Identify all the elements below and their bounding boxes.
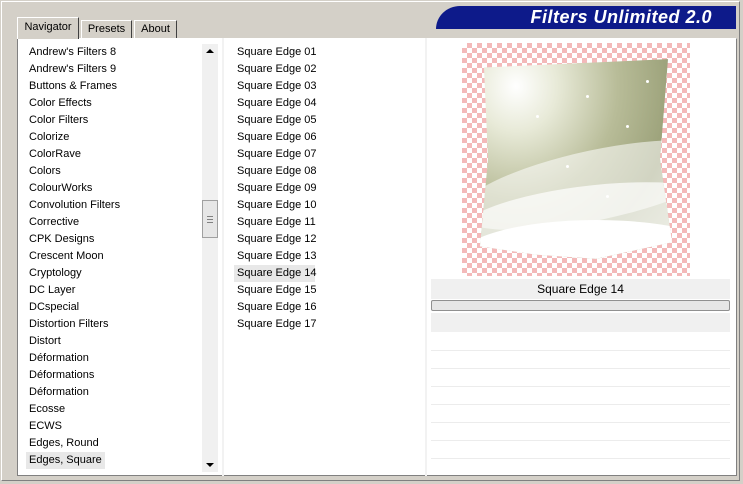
rule-line [431, 440, 730, 441]
preview-caption: Square Edge 14 [431, 279, 730, 299]
filter-item[interactable]: Square Edge 13 [234, 248, 414, 265]
category-item[interactable]: ColourWorks [26, 180, 204, 197]
scroll-down-arrow-icon[interactable] [206, 463, 214, 467]
divider [222, 38, 224, 476]
filter-item[interactable]: Square Edge 15 [234, 282, 414, 299]
category-item[interactable]: Andrew's Filters 9 [26, 61, 204, 78]
category-item[interactable]: DC Layer [26, 282, 204, 299]
tab-presets[interactable]: Presets [81, 20, 132, 38]
filter-item[interactable]: Square Edge 12 [234, 231, 414, 248]
category-item[interactable]: Déformation [26, 384, 204, 401]
rule-line [431, 386, 730, 387]
category-scrollbar[interactable] [202, 44, 218, 472]
filter-item[interactable]: Square Edge 01 [234, 44, 414, 61]
scrollbar-thumb[interactable] [202, 200, 218, 238]
filter-item[interactable]: Square Edge 06 [234, 129, 414, 146]
filter-item[interactable]: Square Edge 09 [234, 180, 414, 197]
filter-item[interactable]: Square Edge 17 [234, 316, 414, 333]
category-item[interactable]: Déformations [26, 367, 204, 384]
category-item[interactable]: Andrew's Filters 8 [26, 44, 204, 61]
category-item[interactable]: Color Filters [26, 112, 204, 129]
category-list[interactable]: Andrew's Filters 8 Andrew's Filters 9 Butt… [26, 44, 204, 476]
filter-item[interactable]: Square Edge 02 [234, 61, 414, 78]
category-item[interactable]: ColorRave [26, 146, 204, 163]
rule-line [431, 458, 730, 459]
filter-item[interactable]: Square Edge 10 [234, 197, 414, 214]
control-slot [431, 313, 730, 332]
preview-artwork [480, 59, 672, 259]
preview-image [462, 43, 690, 276]
filter-item[interactable]: Square Edge 16 [234, 299, 414, 316]
rule-line [431, 422, 730, 423]
filter-item[interactable]: Square Edge 08 [234, 163, 414, 180]
category-item[interactable]: Colorize [26, 129, 204, 146]
brand-banner: Filters Unlimited 2.0 [436, 6, 736, 29]
category-item[interactable]: Buttons & Frames [26, 78, 204, 95]
filter-item[interactable]: Square Edge 07 [234, 146, 414, 163]
category-item[interactable]: Color Effects [26, 95, 204, 112]
category-item[interactable]: Ecosse [26, 401, 204, 418]
tab-about[interactable]: About [134, 20, 177, 38]
category-item[interactable]: Distort [26, 333, 204, 350]
category-item[interactable]: DCspecial [26, 299, 204, 316]
tab-navigator[interactable]: Navigator [17, 17, 79, 39]
category-item[interactable]: Colors [26, 163, 204, 180]
category-item[interactable]: Convolution Filters [26, 197, 204, 214]
divider [425, 38, 427, 476]
category-item[interactable]: Crescent Moon [26, 248, 204, 265]
rule-line [431, 350, 730, 351]
category-item[interactable]: Déformation [26, 350, 204, 367]
filter-list[interactable]: Square Edge 01 Square Edge 02 Square Edge … [234, 44, 414, 333]
category-item[interactable]: CPK Designs [26, 231, 204, 248]
rule-line [431, 368, 730, 369]
rule-line [431, 404, 730, 405]
category-item[interactable]: ECWS [26, 418, 204, 435]
scroll-up-arrow-icon[interactable] [206, 49, 214, 53]
filter-item[interactable]: Square Edge 05 [234, 112, 414, 129]
category-item[interactable]: Edges, Square [26, 452, 105, 469]
filter-item[interactable]: Square Edge 14 [234, 265, 317, 282]
category-item[interactable]: Distortion Filters [26, 316, 204, 333]
progress-bar [431, 300, 730, 311]
category-item[interactable]: Corrective [26, 214, 204, 231]
category-item[interactable]: Cryptology [26, 265, 204, 282]
filter-item[interactable]: Square Edge 11 [234, 214, 414, 231]
category-item[interactable]: Edges, Round [26, 435, 204, 452]
filter-item[interactable]: Square Edge 04 [234, 95, 414, 112]
filter-item[interactable]: Square Edge 03 [234, 78, 414, 95]
